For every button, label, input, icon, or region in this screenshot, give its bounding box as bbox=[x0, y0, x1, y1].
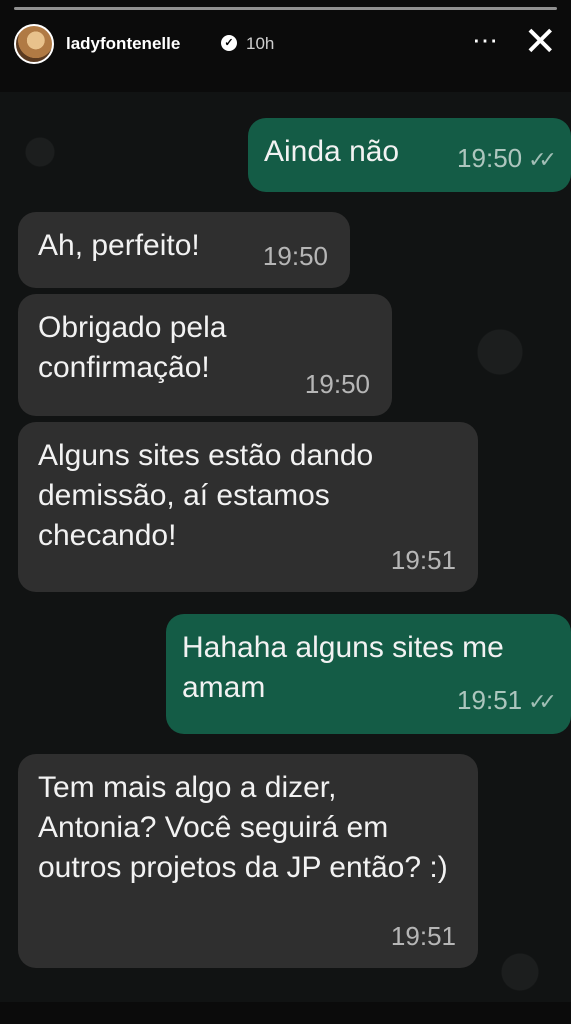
message-time: 19:50 bbox=[304, 369, 370, 399]
chat-screenshot: Ainda não 19:50 ✓✓ Ah, perfeito! 19:50 Ob… bbox=[0, 92, 571, 1002]
message-bubble-incoming: Ah, perfeito! 19:50 bbox=[18, 212, 350, 288]
message-bubble-outgoing: Ainda não 19:50 ✓✓ bbox=[248, 118, 571, 192]
more-options-icon[interactable]: ⋯ bbox=[472, 27, 499, 53]
message-bubble-incoming: Tem mais algo a dizer, Antonia? Você seg… bbox=[18, 754, 478, 968]
read-ticks-icon: ✓✓ bbox=[528, 147, 557, 172]
message-bubble-incoming: Alguns sites estão dando demissão, aí es… bbox=[18, 422, 478, 592]
close-icon[interactable]: ✕ bbox=[523, 22, 557, 62]
message-time: 19:50 bbox=[262, 241, 328, 271]
message-time: 19:51 ✓✓ bbox=[457, 680, 557, 722]
message-time: 19:50 ✓✓ bbox=[457, 138, 557, 180]
avatar[interactable] bbox=[14, 24, 54, 64]
verified-badge-icon: ✓ bbox=[221, 35, 237, 51]
message-text: Obrigado pela confirmação! bbox=[38, 311, 227, 384]
username[interactable]: ladyfontenelle bbox=[66, 34, 180, 54]
message-time: 19:51 bbox=[390, 545, 456, 575]
message-text: Alguns sites estão dando demissão, aí es… bbox=[38, 439, 374, 552]
story-progress-bar bbox=[14, 7, 557, 10]
message-bubble-outgoing: Hahaha alguns sites me amam 19:51 ✓✓ bbox=[166, 614, 571, 734]
post-time: 10h bbox=[246, 34, 275, 53]
message-time: 19:51 bbox=[390, 921, 456, 951]
message-text: Tem mais algo a dizer, Antonia? Você seg… bbox=[38, 771, 448, 884]
story-header: ladyfontenelle ✓ 10h ⋯ ✕ bbox=[14, 22, 557, 64]
message-bubble-incoming: Obrigado pela confirmação! 19:50 bbox=[18, 294, 392, 416]
read-ticks-icon: ✓✓ bbox=[528, 689, 557, 714]
bottom-bar bbox=[0, 1002, 571, 1024]
